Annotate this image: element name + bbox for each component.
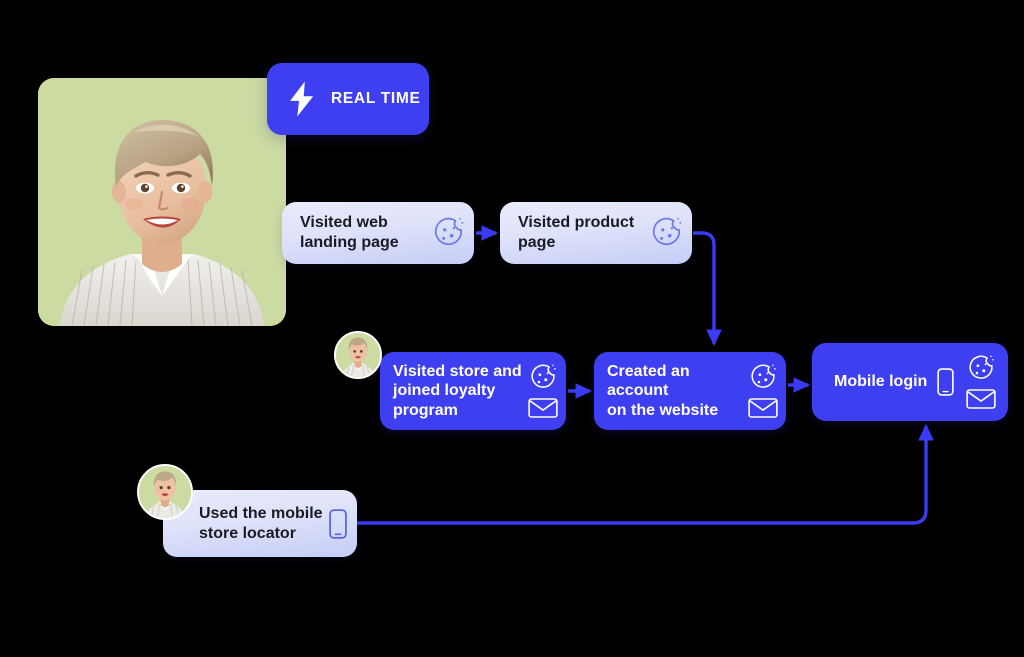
connector-product-to-account bbox=[693, 231, 722, 347]
avatar-image bbox=[139, 466, 191, 518]
connector-locator-to-mobilelogin bbox=[357, 423, 934, 525]
node-mobile-login[interactable]: Mobile login bbox=[812, 343, 1008, 421]
mobile-phone-icon bbox=[329, 508, 347, 539]
lightning-bolt-icon bbox=[290, 81, 314, 117]
avatar-locator bbox=[137, 464, 193, 520]
node-icons bbox=[432, 216, 466, 250]
avatar-loyalty bbox=[334, 331, 382, 379]
node-label: Mobile login bbox=[834, 373, 928, 391]
node-label: Created an account on the website bbox=[607, 362, 719, 419]
node-icons bbox=[650, 216, 684, 250]
envelope-icon bbox=[528, 397, 558, 418]
cookie-icon bbox=[434, 217, 464, 245]
customer-journey-diagram: REAL TIME Visited web landing page Visit… bbox=[0, 0, 1024, 657]
node-visited-store-loyalty-program[interactable]: Visited store and joined loyalty program bbox=[380, 352, 566, 430]
customer-portrait-image bbox=[38, 78, 286, 326]
node-used-mobile-store-locator[interactable]: Used the mobile store locator bbox=[163, 490, 357, 557]
node-icons-secondary bbox=[966, 354, 996, 411]
node-icons bbox=[748, 363, 778, 420]
node-visited-web-landing-page[interactable]: Visited web landing page bbox=[282, 202, 474, 264]
customer-portrait-panel bbox=[38, 78, 286, 326]
node-created-account-website[interactable]: Created an account on the website bbox=[594, 352, 786, 430]
envelope-icon bbox=[966, 388, 996, 409]
cookie-icon bbox=[968, 355, 994, 379]
cookie-icon bbox=[530, 364, 556, 388]
node-visited-product-page[interactable]: Visited product page bbox=[500, 202, 692, 264]
cookie-icon bbox=[750, 364, 776, 388]
node-label: Visited product page bbox=[518, 214, 635, 251]
node-icons bbox=[329, 508, 347, 539]
envelope-icon bbox=[748, 397, 778, 418]
node-icons bbox=[528, 363, 558, 420]
node-label: Visited store and joined loyalty program bbox=[393, 362, 522, 419]
cookie-icon bbox=[652, 217, 682, 245]
mobile-phone-icon bbox=[937, 368, 954, 396]
node-icons bbox=[937, 354, 996, 411]
real-time-badge-label: REAL TIME bbox=[331, 90, 421, 107]
avatar-image bbox=[336, 333, 380, 377]
node-label: Used the mobile store locator bbox=[199, 504, 323, 542]
real-time-badge: REAL TIME bbox=[267, 63, 429, 135]
node-label: Visited web landing page bbox=[300, 214, 399, 251]
